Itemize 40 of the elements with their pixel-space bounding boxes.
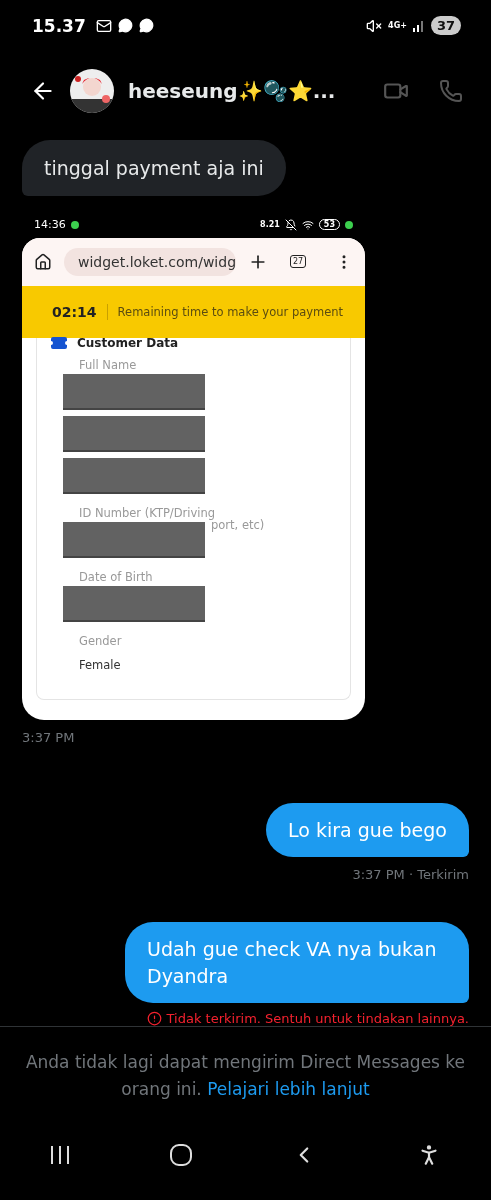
- battery-level: 37: [430, 16, 461, 36]
- field-label: Full Name: [79, 357, 138, 372]
- bell-off-icon: [284, 218, 297, 231]
- mail-icon: [95, 17, 112, 34]
- error-text[interactable]: Tidak terkirim. Sentuh untuk tindakan lainnya.: [166, 1011, 469, 1027]
- field-label: Gender: [79, 633, 123, 648]
- chat-icon: [117, 18, 133, 34]
- field-label: Date of Birth: [79, 569, 154, 584]
- received-message: tinggal payment aja ini: [22, 139, 286, 196]
- field-value: Female: [79, 657, 122, 672]
- countdown-timer: 02:14: [52, 303, 108, 320]
- status-time: 15.37: [32, 15, 86, 36]
- network-type: 4G+: [388, 21, 407, 30]
- sent-message: Lo kira gue bego: [266, 802, 469, 858]
- section-title: Customer Data: [77, 335, 179, 350]
- address-bar[interactable]: widget.loket.com/widg: [64, 247, 236, 276]
- home-button-icon[interactable]: [170, 1144, 193, 1167]
- network-speed: 8.21: [260, 220, 280, 229]
- banner-text: Remaining time to make your payment: [117, 304, 344, 319]
- home-icon[interactable]: [34, 252, 52, 271]
- battery-level: 53: [318, 219, 340, 231]
- alert-icon: [146, 1011, 162, 1027]
- field-label: ID Number (KTP/Driving: [79, 505, 216, 520]
- signal-icon: [412, 19, 425, 32]
- app-icon: [70, 220, 79, 229]
- phone-call-icon[interactable]: [439, 78, 463, 103]
- url-text: widget.loket.com/widg: [78, 253, 236, 270]
- status-dot: [345, 220, 353, 229]
- wifi-icon: [301, 218, 314, 231]
- learn-more-link[interactable]: Pelajari lebih lanjut: [207, 1078, 370, 1099]
- mute-icon: [366, 17, 383, 34]
- status-time: 14:36: [34, 218, 66, 232]
- notice-text: Anda tidak lagi dapat mengirim Direct Messages ke orang ini. Pelajari lebih lanjut: [24, 1051, 467, 1101]
- message-icon: [138, 18, 154, 34]
- message-status: 3:37 PM · Terkirim: [352, 867, 469, 883]
- message-time: 3:37 PM: [22, 729, 75, 745]
- contact-name[interactable]: heeseung✨🫧⭐...: [128, 78, 369, 103]
- sent-message: Udah gue check VA nya bukan Dyandra: [125, 922, 469, 1004]
- recent-apps-icon[interactable]: [49, 1145, 72, 1166]
- tab-count[interactable]: 27: [290, 255, 307, 269]
